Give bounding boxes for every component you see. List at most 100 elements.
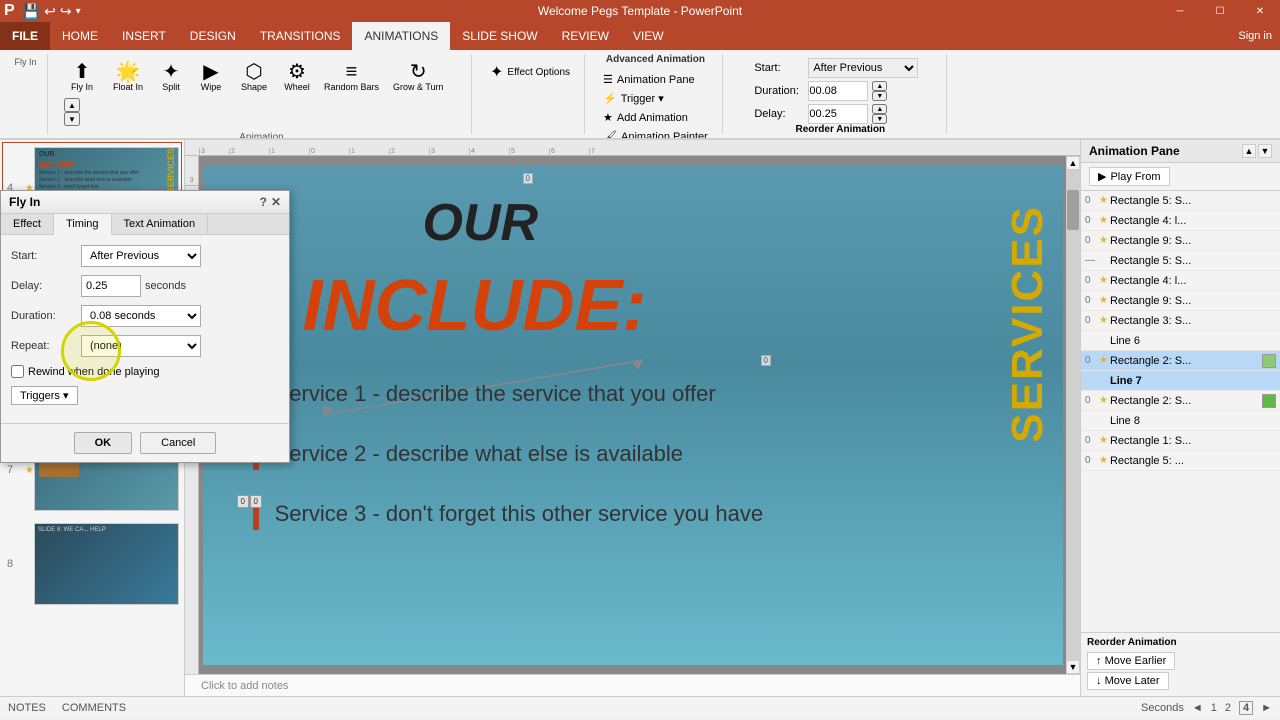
anim-item-rect5[interactable]: 0 ★ Rectangle 5: ...	[1081, 451, 1280, 471]
anim-item-5[interactable]: 0 ★ Rectangle 9: S...	[1081, 291, 1280, 311]
tab-file[interactable]: FILE	[0, 22, 50, 50]
page-1[interactable]: 1	[1211, 702, 1217, 714]
scroll-thumb[interactable]	[1067, 190, 1079, 230]
delay-down[interactable]: ▼	[872, 114, 887, 124]
undo-icon[interactable]: ↩	[44, 3, 56, 20]
customize-icon[interactable]: ▾	[76, 6, 81, 17]
dialog-tab-effect[interactable]: Effect	[1, 214, 54, 234]
scroll-up-btn[interactable]: ▲	[1066, 156, 1080, 170]
duration-input[interactable]	[808, 81, 868, 101]
anim-item-rect2a[interactable]: 0 ★ Rectangle 2: S...	[1081, 351, 1280, 371]
close-button[interactable]: ✕	[1240, 0, 1280, 22]
save-icon[interactable]: 💾	[23, 3, 40, 20]
animation-painter-btn[interactable]: 🖌 Animation Painter	[597, 128, 714, 140]
anim-item-line6[interactable]: ★ Line 6	[1081, 331, 1280, 351]
tab-review[interactable]: REVIEW	[550, 22, 621, 50]
dialog-title-bar[interactable]: Fly In ? ✕	[1, 191, 289, 214]
dialog-close-icon[interactable]: ✕	[271, 195, 281, 209]
tab-home[interactable]: HOME	[50, 22, 110, 50]
service-2: Service 2 - describe what else is availa…	[253, 440, 684, 470]
anim-item-rect2b[interactable]: 0 ★ Rectangle 2: S...	[1081, 391, 1280, 411]
dialog-rewind-checkbox[interactable]	[11, 365, 24, 378]
play-from-btn[interactable]: ▶ Play From	[1089, 167, 1170, 186]
tab-design[interactable]: DESIGN	[178, 22, 248, 50]
anim-item-line8[interactable]: ★ Line 8	[1081, 411, 1280, 431]
restore-button[interactable]: ☐	[1200, 0, 1240, 22]
dialog-repeat-row: Repeat: (none) 2 3 Until next click	[11, 335, 279, 357]
duration-up[interactable]: ▲	[872, 81, 887, 91]
our-text: OUR	[423, 193, 539, 253]
wheel-icon: ⚙	[288, 62, 306, 82]
minimize-button[interactable]: ─	[1160, 0, 1200, 22]
duration-label: Duration:	[754, 85, 804, 97]
anim-item-rect1[interactable]: 0 ★ Rectangle 1: S...	[1081, 431, 1280, 451]
slide-canvas[interactable]: 3 2 1 0 1 2 3 4 ▲ ▼	[185, 156, 1080, 674]
triggers-button[interactable]: Triggers ▾	[11, 386, 78, 405]
anim-random-bars[interactable]: ≡ Random Bars	[318, 58, 385, 96]
anim-wheel[interactable]: ⚙ Wheel	[278, 58, 316, 96]
dialog-repeat-select[interactable]: (none) 2 3 Until next click	[81, 335, 201, 357]
animation-pane-btn[interactable]: ☰ Animation Pane	[597, 71, 714, 88]
anim-scroll-down[interactable]: ▼	[64, 112, 80, 126]
dialog-tab-textanim[interactable]: Text Animation	[112, 214, 209, 234]
start-select[interactable]: After Previous On Click With Previous	[808, 58, 918, 78]
move-earlier-anim-btn[interactable]: ↑ Move Earlier	[1087, 652, 1175, 670]
anim-item-1[interactable]: 0 ★ Rectangle 4: l...	[1081, 211, 1280, 231]
dialog-duration-select[interactable]: 0.08 seconds 0.5 seconds 1 second	[81, 305, 201, 327]
anim-item-2[interactable]: 0 ★ Rectangle 9: S...	[1081, 231, 1280, 251]
dialog-ok-btn[interactable]: OK	[74, 432, 133, 454]
anim-wipe[interactable]: ▶ Wipe	[192, 58, 230, 96]
sign-in-link[interactable]: Sign in	[1238, 22, 1272, 50]
anim-pane-collapse[interactable]: ▼	[1258, 144, 1272, 158]
anim-item-line7[interactable]: ★ Line 7	[1081, 371, 1280, 391]
anim-color-green	[1262, 354, 1276, 368]
effect-options-btn[interactable]: ✦ Effect Options	[484, 58, 576, 86]
delay-input[interactable]	[808, 104, 868, 124]
notes-area[interactable]: Click to add notes	[185, 674, 1080, 696]
anim-item-3[interactable]: — ★ Rectangle 5: S...	[1081, 251, 1280, 271]
anim-star-rect1: ★	[1099, 435, 1108, 446]
delay-up[interactable]: ▲	[872, 104, 887, 114]
anim-fly-in[interactable]: ⬆ Fly In	[60, 58, 104, 96]
scroll-track[interactable]	[1066, 170, 1080, 660]
effect-options-icon: ✦	[490, 62, 503, 82]
tab-view[interactable]: VIEW	[621, 22, 676, 50]
anim-shape[interactable]: ⬡ Shape	[232, 58, 276, 96]
page-2[interactable]: 2	[1225, 702, 1231, 714]
comments-btn[interactable]: COMMENTS	[62, 702, 126, 714]
scroll-right-btn[interactable]: ►	[1261, 702, 1272, 714]
anim-float-in[interactable]: 🌟 Float In	[106, 58, 150, 96]
page-4[interactable]: 4	[1239, 701, 1253, 715]
trigger-btn[interactable]: ⚡ Trigger ▾	[597, 90, 714, 107]
slide[interactable]: 0 0 OUR INCLUDE: SERVICES Service 1 -	[203, 165, 1063, 665]
slide-item-8[interactable]: 8 ★ SLIDE 8: WE CA... HELP	[2, 518, 182, 610]
move-later-anim-btn[interactable]: ↓ Move Later	[1087, 672, 1169, 690]
include-text: INCLUDE:	[303, 265, 647, 347]
ribbon-group-preview: Fly In	[4, 54, 48, 134]
tab-insert[interactable]: INSERT	[110, 22, 178, 50]
anim-split[interactable]: ✦ Split	[152, 58, 190, 96]
notes-btn[interactable]: NOTES	[8, 702, 46, 714]
duration-down[interactable]: ▼	[872, 91, 887, 101]
anim-item-0[interactable]: 0 ★ Rectangle 5: S...	[1081, 191, 1280, 211]
scroll-left-btn[interactable]: ◄	[1192, 702, 1203, 714]
tab-animations[interactable]: ANIMATIONS	[352, 22, 450, 50]
shape-icon: ⬡	[245, 62, 262, 82]
anim-grow-turn[interactable]: ↻ Grow & Turn	[387, 58, 450, 96]
dialog-delay-input[interactable]	[81, 275, 141, 297]
dialog-cancel-btn[interactable]: Cancel	[140, 432, 216, 454]
dialog-help-icon[interactable]: ?	[260, 195, 267, 209]
anim-item-6[interactable]: 0 ★ Rectangle 3: S...	[1081, 311, 1280, 331]
anim-pane-expand[interactable]: ▲	[1242, 144, 1256, 158]
scroll-down-btn[interactable]: ▼	[1066, 660, 1080, 674]
anim-item-4[interactable]: 0 ★ Rectangle 4: l...	[1081, 271, 1280, 291]
anim-pane-play-area: ▶ Play From	[1081, 163, 1280, 191]
tab-slideshow[interactable]: SLIDE SHOW	[450, 22, 549, 50]
dialog-start-label: Start:	[11, 250, 81, 262]
dialog-start-select[interactable]: After Previous On Click With Previous	[81, 245, 201, 267]
tab-transitions[interactable]: TRANSITIONS	[248, 22, 353, 50]
add-animation-btn[interactable]: ★ Add Animation	[597, 109, 714, 126]
dialog-tab-timing[interactable]: Timing	[54, 214, 112, 235]
redo-icon[interactable]: ↪	[60, 3, 72, 20]
anim-scroll-up[interactable]: ▲	[64, 98, 80, 112]
